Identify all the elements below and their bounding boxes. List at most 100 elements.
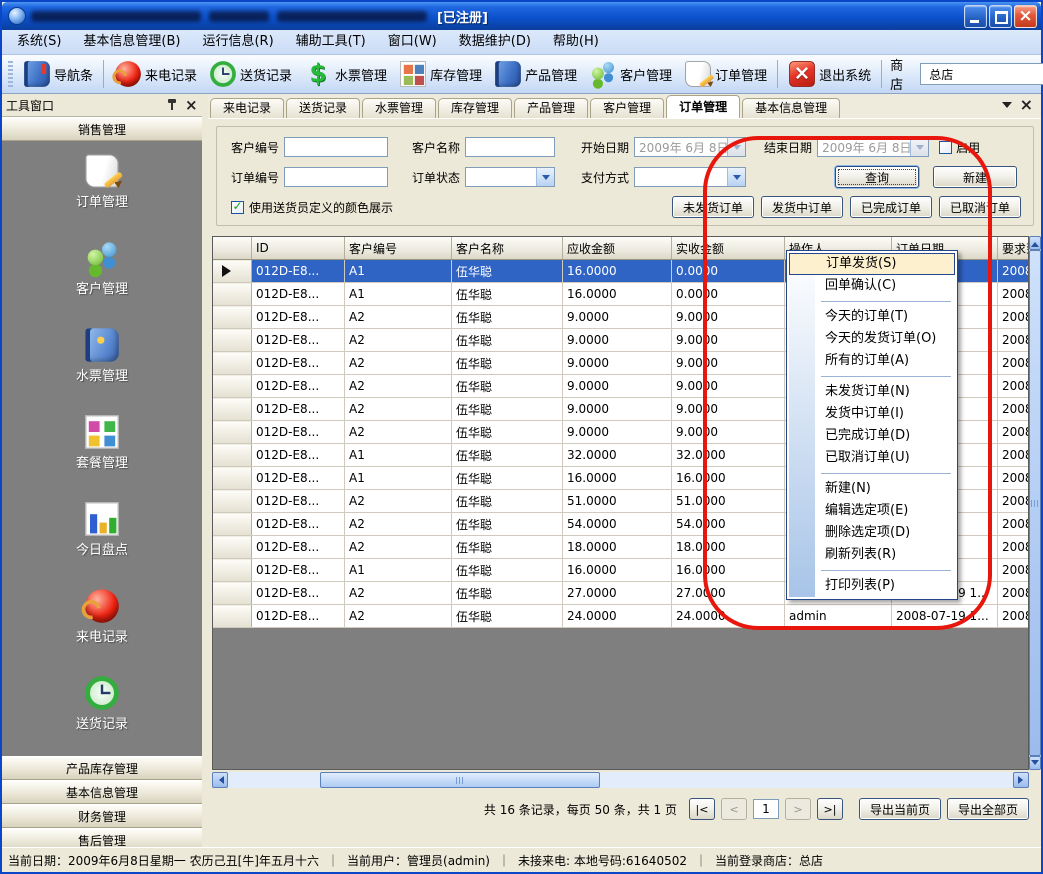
context-menu-item-0[interactable]: 订单发货(S) [789, 253, 955, 275]
row-selector[interactable] [213, 375, 252, 398]
maximize-button[interactable] [989, 5, 1012, 28]
menubar-item-3[interactable]: 辅助工具(T) [285, 30, 377, 54]
shop-combo[interactable]: 总店 [920, 63, 1043, 85]
first-page-button[interactable]: |< [689, 798, 715, 820]
menubar-item-2[interactable]: 运行信息(R) [191, 30, 284, 54]
context-menu-item-1[interactable]: 回单确认(C) [789, 275, 955, 297]
close-icon[interactable] [182, 97, 198, 113]
context-menu-item-4[interactable]: 今天的发货订单(O) [789, 328, 955, 350]
horizontal-scroll-thumb[interactable] [320, 772, 600, 788]
page-number-input[interactable] [753, 799, 779, 819]
order-no-input[interactable] [284, 167, 388, 187]
context-menu-item-7[interactable]: 未发货订单(N) [789, 381, 955, 403]
minimize-button[interactable] [964, 5, 987, 28]
order-status-select[interactable] [465, 167, 555, 187]
query-button[interactable]: 查询 [835, 166, 919, 188]
tab-1[interactable]: 送货记录 [286, 98, 360, 118]
status-filter-button-3[interactable]: 已取消订单 [939, 196, 1021, 218]
menubar-item-6[interactable]: 帮助(H) [542, 30, 610, 54]
tab-6[interactable]: 订单管理 [666, 95, 740, 118]
sidebar-item-order[interactable]: 订单管理 [76, 157, 128, 210]
sidebar-item-customer[interactable]: 客户管理 [76, 244, 128, 297]
sidebar-group-2[interactable]: 财务管理 [2, 804, 202, 828]
row-selector[interactable] [213, 329, 252, 352]
context-menu-item-13[interactable]: 编辑选定项(E) [789, 500, 955, 522]
context-menu-item-9[interactable]: 已完成订单(D) [789, 425, 955, 447]
row-selector[interactable] [213, 260, 252, 283]
row-selector[interactable] [213, 306, 252, 329]
scroll-down-icon[interactable] [1029, 756, 1041, 770]
context-menu-item-14[interactable]: 删除选定项(D) [789, 522, 955, 544]
row-selector[interactable] [213, 421, 252, 444]
row-selector[interactable] [213, 582, 252, 605]
toolbar-button-inventory[interactable]: 库存管理 [393, 58, 488, 90]
tab-list-dropdown-icon[interactable] [1002, 102, 1012, 113]
menubar-item-1[interactable]: 基本信息管理(B) [72, 30, 191, 54]
status-filter-button-1[interactable]: 发货中订单 [761, 196, 843, 218]
context-menu-item-5[interactable]: 所有的订单(A) [789, 350, 955, 372]
chevron-down-icon[interactable] [727, 168, 745, 186]
customer-no-input[interactable] [284, 137, 388, 157]
new-button[interactable]: 新建 [933, 166, 1017, 188]
tab-3[interactable]: 库存管理 [438, 98, 512, 118]
sidebar-group-1[interactable]: 基本信息管理 [2, 780, 202, 804]
status-filter-button-2[interactable]: 已完成订单 [850, 196, 932, 218]
row-selector[interactable] [213, 283, 252, 306]
context-menu-item-12[interactable]: 新建(N) [789, 478, 955, 500]
chevron-down-icon[interactable] [536, 168, 554, 186]
sidebar-group-0[interactable]: 产品库存管理 [2, 756, 202, 780]
payment-select[interactable] [634, 167, 746, 187]
tab-close-icon[interactable] [1020, 95, 1033, 114]
grid-header-3[interactable]: 应收金额 [563, 237, 672, 260]
menubar-item-0[interactable]: 系统(S) [6, 30, 72, 54]
table-row[interactable]: 012D-E8...A2伍华聪24.000024.0000admin2008-0… [213, 605, 1029, 628]
sidebar-item-today-check[interactable]: 今日盘点 [76, 505, 128, 558]
tab-7[interactable]: 基本信息管理 [742, 98, 840, 118]
grid-header-0[interactable]: ID [252, 237, 345, 260]
sidebar-item-package[interactable]: 套餐管理 [76, 418, 128, 471]
menubar-item-4[interactable]: 窗口(W) [377, 30, 448, 54]
horizontal-scrollbar[interactable] [212, 772, 1029, 788]
sidebar-group-sales[interactable]: 销售管理 [2, 117, 202, 141]
toolbar-button-navigator[interactable]: 导航条 [17, 58, 99, 90]
row-selector[interactable] [213, 467, 252, 490]
color-display-checkbox[interactable] [231, 201, 244, 214]
sidebar-item-water-card[interactable]: 水票管理 [76, 331, 128, 384]
enable-checkbox[interactable] [939, 141, 952, 154]
tab-5[interactable]: 客户管理 [590, 98, 664, 118]
scroll-up-icon[interactable] [1029, 236, 1041, 250]
menubar-item-5[interactable]: 数据维护(D) [448, 30, 542, 54]
context-menu-item-15[interactable]: 刷新列表(R) [789, 544, 955, 566]
export-all-pages-button[interactable]: 导出全部页 [947, 798, 1029, 820]
toolbar-button-delivery-record[interactable]: 送货记录 [203, 58, 298, 90]
row-selector[interactable] [213, 536, 252, 559]
export-current-page-button[interactable]: 导出当前页 [859, 798, 941, 820]
start-date-picker[interactable]: 2009年 6月 8日 [634, 137, 746, 157]
toolbar-button-exit[interactable]: 退出系统 [782, 58, 877, 90]
tab-0[interactable]: 来电记录 [210, 98, 284, 118]
vertical-scroll-thumb[interactable] [1029, 250, 1041, 756]
context-menu-item-17[interactable]: 打印列表(P) [789, 575, 955, 597]
toolbar-button-customer[interactable]: 客户管理 [583, 58, 678, 90]
tab-4[interactable]: 产品管理 [514, 98, 588, 118]
toolbar-button-call-record[interactable]: 来电记录 [108, 58, 203, 90]
toolbar-button-order[interactable]: 订单管理 [678, 58, 773, 90]
sidebar-item-delivery-record[interactable]: 送货记录 [76, 679, 128, 732]
sidebar-item-call-record[interactable]: 来电记录 [76, 592, 128, 645]
grid-header-1[interactable]: 客户编号 [345, 237, 452, 260]
row-selector[interactable] [213, 490, 252, 513]
grid-header-4[interactable]: 实收金额 [672, 237, 785, 260]
pin-icon[interactable] [164, 97, 180, 113]
customer-name-input[interactable] [465, 137, 555, 157]
vertical-scrollbar[interactable] [1029, 236, 1041, 770]
status-filter-button-0[interactable]: 未发货订单 [672, 196, 754, 218]
row-selector[interactable] [213, 398, 252, 421]
chevron-down-icon[interactable] [727, 138, 745, 156]
toolbar-button-water-ticket[interactable]: 水票管理 [298, 58, 393, 90]
grid-header-7[interactable]: 要求到货日期 [998, 237, 1030, 260]
toolbar-button-product[interactable]: 产品管理 [488, 58, 583, 90]
scroll-right-icon[interactable] [1013, 772, 1029, 788]
grid-header-2[interactable]: 客户名称 [452, 237, 563, 260]
context-menu-item-8[interactable]: 发货中订单(I) [789, 403, 955, 425]
row-selector[interactable] [213, 444, 252, 467]
